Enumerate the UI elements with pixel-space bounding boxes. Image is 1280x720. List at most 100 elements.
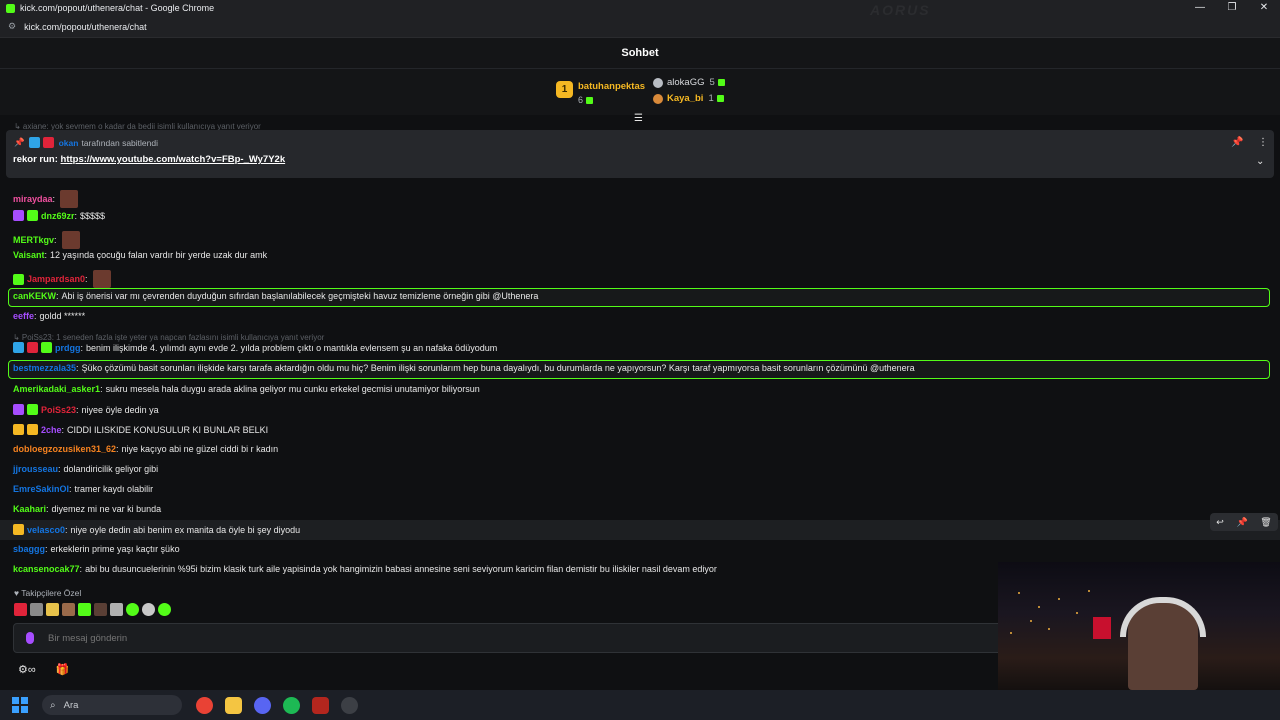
expand-chevron-icon[interactable]: ⌄ bbox=[1256, 156, 1264, 167]
message-username[interactable]: PoiSs23 bbox=[41, 405, 76, 415]
unpin-icon[interactable]: 📌 bbox=[1231, 137, 1243, 148]
kick-coin-icon bbox=[716, 95, 724, 102]
emote-icon[interactable] bbox=[46, 603, 59, 616]
address-bar[interactable]: ⚙ kick.com/popout/uthenera/chat bbox=[0, 16, 1280, 38]
discord-icon[interactable] bbox=[254, 696, 271, 714]
windows-start-icon[interactable] bbox=[12, 697, 28, 713]
message-input[interactable] bbox=[48, 632, 848, 644]
chat-message[interactable]: bestmezzala35: Şüko çözümü basit sorunlar… bbox=[13, 363, 915, 373]
chat-message[interactable]: 2che: CIDDI ILISKIDE KONUSULUR KI BUNLAR … bbox=[13, 424, 268, 435]
windows-taskbar: ⌕ Ara bbox=[0, 690, 1280, 720]
message-username[interactable]: prdgg bbox=[55, 343, 81, 353]
pin-message-icon[interactable]: 📌 bbox=[1236, 517, 1247, 528]
restore-button[interactable]: ❐ bbox=[1216, 0, 1248, 16]
emote-icon[interactable] bbox=[78, 603, 91, 616]
delete-icon[interactable]: 🗑 bbox=[1260, 517, 1271, 528]
kick-coin-icon bbox=[717, 79, 725, 86]
search-icon: ⌕ bbox=[50, 699, 56, 711]
message-username[interactable]: EmreSakinOl bbox=[13, 484, 69, 494]
emote-icon[interactable] bbox=[62, 603, 75, 616]
message-separator: : bbox=[46, 504, 49, 514]
file-explorer-icon[interactable] bbox=[225, 696, 242, 714]
message-username[interactable]: kcansenocak77 bbox=[13, 564, 80, 574]
message-text: Abi iş önerisi var mı çevrenden duyduğun… bbox=[61, 291, 539, 301]
message-separator: : bbox=[74, 210, 78, 221]
chat-message[interactable]: prdgg: benim ilişkimde 4. yılımdı aynı ev… bbox=[13, 342, 497, 353]
spotify-icon[interactable] bbox=[283, 696, 300, 714]
chat-message[interactable]: canKEKW: Abi iş önerisi var mı çevrenden … bbox=[13, 291, 538, 301]
message-username[interactable]: Kaahari bbox=[13, 504, 46, 514]
taskbar-search[interactable]: ⌕ Ara bbox=[42, 695, 182, 715]
message-username[interactable]: 2che bbox=[41, 425, 62, 435]
message-separator: : bbox=[58, 464, 61, 474]
minimize-button[interactable]: — bbox=[1184, 0, 1216, 16]
chat-message[interactable]: kcansenocak77: abi bu dusuncuelerinin %95… bbox=[13, 564, 717, 574]
message-username[interactable]: MERTkgv bbox=[13, 235, 54, 245]
emote-icon[interactable] bbox=[94, 603, 107, 616]
message-username[interactable]: sbaggg bbox=[13, 544, 45, 554]
emote-icon[interactable] bbox=[158, 603, 171, 616]
chat-message[interactable]: Amerikadaki_asker1: sukru mesela hala duy… bbox=[13, 384, 480, 394]
message-separator: : bbox=[116, 444, 119, 454]
obs-icon[interactable] bbox=[341, 696, 358, 714]
message-username[interactable]: miraydaa bbox=[13, 194, 53, 204]
message-username[interactable]: dnz69zr bbox=[41, 211, 75, 221]
silver-medal-icon bbox=[653, 77, 663, 88]
close-button[interactable]: ✕ bbox=[1248, 0, 1280, 16]
message-username[interactable]: Amerikadaki_asker1 bbox=[13, 384, 100, 394]
followers-only-label: ♥ Takipçilere Özel bbox=[14, 588, 82, 598]
emote-icon[interactable] bbox=[110, 603, 123, 616]
url-text[interactable]: kick.com/popout/uthenera/chat bbox=[24, 22, 147, 32]
chat-toolbar: ⚙∞ 🎁 bbox=[18, 663, 69, 676]
gift-icon[interactable]: 🎁 bbox=[56, 663, 70, 676]
emote-icon[interactable] bbox=[14, 603, 27, 616]
chrome-icon[interactable] bbox=[196, 696, 213, 714]
message-separator: : bbox=[80, 342, 84, 353]
message-username[interactable]: dobloegzozusiken31_62 bbox=[13, 444, 116, 454]
chat-message[interactable]: EmreSakinOl: tramer kaydı olabilir bbox=[13, 484, 153, 494]
pinned-by-user[interactable]: okan bbox=[59, 138, 79, 148]
pinned-link[interactable]: https://www.youtube.com/watch?v=FBp-_Wy7… bbox=[61, 154, 286, 165]
chat-message[interactable]: eeffe: goldd ****** bbox=[13, 311, 85, 321]
bronze-medal-icon bbox=[653, 93, 663, 104]
chat-input-box[interactable] bbox=[13, 623, 1003, 653]
message-username[interactable]: Jampardsan0 bbox=[27, 274, 85, 284]
message-username[interactable]: Vaisant bbox=[13, 250, 45, 260]
user-badge-icon bbox=[27, 404, 38, 415]
chat-message[interactable]: dobloegzozusiken31_62: niye kaçıyo abi ne… bbox=[13, 444, 278, 454]
emote-icon[interactable] bbox=[30, 603, 43, 616]
message-username[interactable]: bestmezzala35 bbox=[13, 363, 76, 373]
emote-icon[interactable] bbox=[126, 603, 139, 616]
chat-message[interactable]: MERTkgv: bbox=[13, 231, 80, 249]
message-username[interactable]: canKEKW bbox=[13, 291, 56, 301]
message-text: goldd ****** bbox=[39, 311, 86, 321]
leaderboard-second[interactable]: alokaGG 5 bbox=[653, 77, 725, 88]
collapse-leaderboard-icon[interactable]: ☰ bbox=[634, 113, 643, 124]
chat-message[interactable]: jjrousseau: dolandiricilik geliyor gibi bbox=[13, 464, 158, 474]
chat-message[interactable]: Jampardsan0: bbox=[13, 270, 111, 288]
app-icon[interactable] bbox=[312, 696, 329, 714]
message-separator: : bbox=[44, 250, 48, 260]
reply-icon[interactable]: ↩ bbox=[1216, 517, 1224, 528]
emote-icon[interactable] bbox=[142, 603, 155, 616]
message-text: 12 yaşında çocuğu falan vardır bir yerde… bbox=[50, 250, 268, 260]
chat-message[interactable]: dnz69zr: $$$$$ bbox=[13, 210, 105, 221]
leaderboard-third[interactable]: Kaya_bi 1 bbox=[653, 93, 724, 104]
reply-hint: ↳ PoiSs23: 1 seneden fazla işte yeter ya… bbox=[13, 333, 325, 342]
message-username[interactable]: velasco0 bbox=[27, 525, 65, 535]
chat-message[interactable]: Kaahari: diyemez mi ne var ki bunda bbox=[13, 504, 161, 514]
chat-message[interactable]: Vaisant:12 yaşında çocuğu falan vardır b… bbox=[13, 250, 267, 260]
leaderboard-first[interactable]: 1 batuhanpektas 6 bbox=[556, 81, 645, 105]
chat-settings-icon[interactable]: ⚙∞ bbox=[18, 663, 36, 676]
message-username[interactable]: jjrousseau bbox=[13, 464, 58, 474]
site-settings-icon[interactable]: ⚙ bbox=[8, 21, 16, 32]
chat-message[interactable]: miraydaa: bbox=[13, 190, 79, 208]
chat-message[interactable]: sbaggg: erkeklerin prime yaşı kaçtır şüko bbox=[13, 544, 180, 554]
chat-message[interactable]: velasco0: niye oyle dedin abi benim ex ma… bbox=[13, 524, 300, 535]
user-badge-icon bbox=[13, 404, 24, 415]
mic-icon[interactable] bbox=[26, 632, 34, 644]
chat-message[interactable]: PoiSs23: niyee öyle dedin ya bbox=[13, 404, 159, 415]
user-badge-icon bbox=[27, 342, 38, 353]
message-username[interactable]: eeffe bbox=[13, 311, 34, 321]
more-options-icon[interactable]: ⋮ bbox=[1258, 137, 1268, 148]
